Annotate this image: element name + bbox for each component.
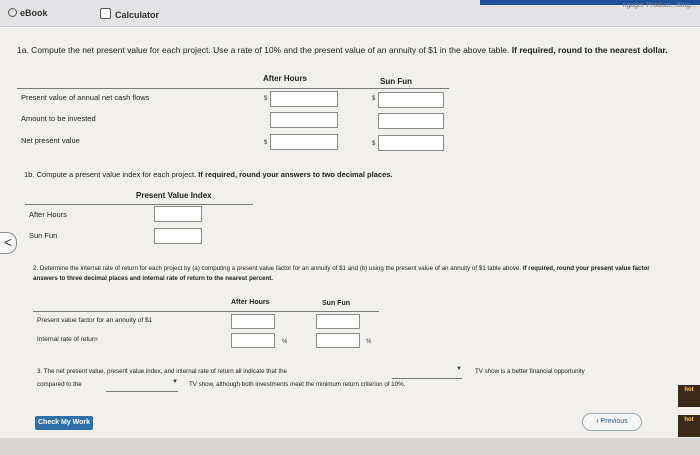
- question-1b-text: 1b. Compute a present value index for ea…: [24, 170, 197, 179]
- question-1a-instruction: If required, round to the nearest dollar…: [511, 45, 668, 55]
- previous-button[interactable]: ‹ Previous: [582, 413, 642, 431]
- row-after-hours-1b: After Hours: [29, 210, 67, 219]
- question-2: 2. Determine the internal rate of return…: [33, 264, 673, 284]
- col-present-value-index: Present Value Index: [136, 191, 212, 200]
- npv-sun-fun-input[interactable]: [378, 135, 444, 151]
- question-1a: 1a. Compute the net present value for ea…: [17, 44, 677, 56]
- compared-project-dropdown[interactable]: ▼: [106, 379, 178, 392]
- percent-sign: %: [282, 339, 288, 345]
- check-my-work-button[interactable]: Check My Work: [35, 416, 93, 430]
- ebook-icon: [8, 8, 17, 17]
- tab-ebook-label: eBook: [20, 8, 48, 18]
- row-pv-factor: Present value factor for an annuity of $…: [37, 317, 153, 324]
- chevron-left-icon: ‹: [596, 418, 599, 425]
- amount-invested-sun-fun-input[interactable]: [378, 113, 444, 129]
- thumbnail-image: hot: [678, 385, 700, 407]
- dollar-sign: $: [264, 96, 268, 102]
- row-sun-fun-1b: Sun Fun: [29, 231, 58, 240]
- pvi-after-hours-input[interactable]: [154, 206, 202, 222]
- previous-label: Previous: [600, 418, 628, 425]
- question-1a-text: 1a. Compute the net present value for ea…: [17, 45, 510, 55]
- irr-sun-fun-input[interactable]: [316, 333, 360, 348]
- row-irr: Internal rate of return: [37, 336, 98, 343]
- question-3-line2-b: TV show, although both investments meet …: [189, 381, 406, 388]
- row-amount-invested: Amount to be invested: [21, 114, 96, 123]
- col-after-hours-1a: After Hours: [263, 74, 308, 83]
- tab-calculator[interactable]: Calculator: [100, 8, 159, 20]
- question-3-line1-a: 3. The net present value, present value …: [37, 368, 287, 375]
- percent-sign: %: [366, 339, 372, 345]
- bottom-bar: [0, 438, 700, 455]
- pv-cash-flows-after-hours-input[interactable]: [270, 91, 338, 107]
- row-pv-cash-flows: Present value of annual net cash flows: [21, 93, 150, 102]
- question-1b-instruction: If required, round your answers to two d…: [198, 170, 393, 179]
- tab-ebook[interactable]: eBook: [8, 8, 48, 18]
- question-1b: 1b. Compute a present value index for ea…: [24, 169, 504, 181]
- corner-text: ngager Product...Blog...: [622, 2, 696, 9]
- tab-calculator-label: Calculator: [115, 10, 160, 20]
- question-2-text: 2. Determine the internal rate of return…: [33, 265, 522, 272]
- irr-after-hours-input[interactable]: [231, 333, 275, 348]
- pv-cash-flows-sun-fun-input[interactable]: [378, 92, 444, 108]
- thumbnail-label: hot: [684, 387, 694, 393]
- pvi-sun-fun-input[interactable]: [154, 228, 202, 244]
- question-3-line1-b: TV show is a better financial opportunit…: [475, 368, 585, 375]
- col-after-hours-2: After Hours: [231, 299, 270, 306]
- table-rule-1b: [25, 204, 253, 205]
- dollar-sign: $: [372, 141, 376, 147]
- caret-down-icon: ▼: [172, 379, 178, 385]
- thumbnail-label: hot: [684, 417, 694, 423]
- table-rule-2: [33, 311, 379, 312]
- caret-down-icon: ▼: [456, 366, 462, 372]
- col-sun-fun-1a: Sun Fun: [380, 77, 412, 86]
- calculator-icon: [100, 8, 111, 19]
- dollar-sign: $: [264, 140, 268, 146]
- better-project-dropdown[interactable]: ▼: [392, 366, 462, 379]
- npv-after-hours-input[interactable]: [270, 134, 338, 150]
- pv-factor-sun-fun-input[interactable]: [316, 314, 360, 329]
- chevron-left-icon: <: [3, 234, 13, 250]
- table-rule-1a: [17, 88, 449, 89]
- amount-invested-after-hours-input[interactable]: [270, 112, 338, 128]
- col-sun-fun-2: Sun Fun: [322, 300, 350, 307]
- top-toolbar: eBook Calculator ngager Product...Blog..…: [0, 0, 700, 27]
- question-3-line2-a: compared to the: [37, 381, 82, 388]
- row-net-present-value: Net present value: [21, 136, 80, 145]
- dollar-sign: $: [372, 96, 376, 102]
- collapse-panel-button[interactable]: <: [0, 232, 17, 254]
- thumbnail-image: hot: [678, 415, 700, 437]
- pv-factor-after-hours-input[interactable]: [231, 314, 275, 329]
